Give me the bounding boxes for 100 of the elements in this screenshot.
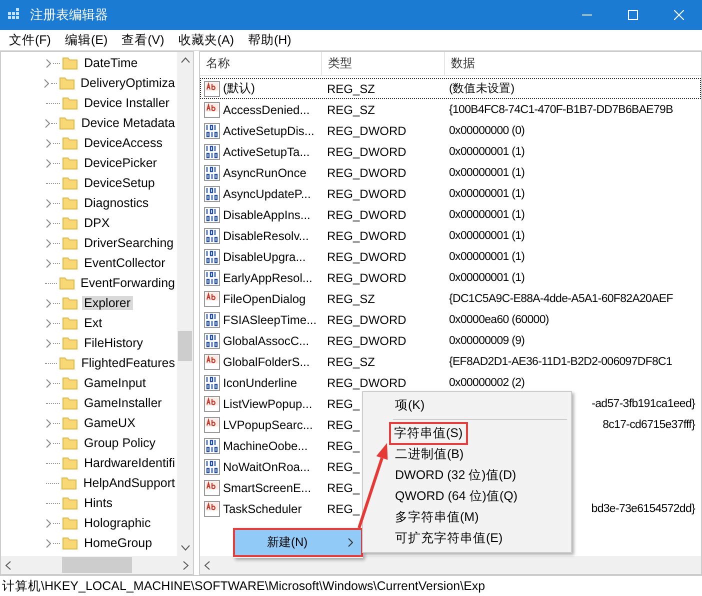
tree-item[interactable]: Group Policy <box>82 436 158 450</box>
value-type: REG_ <box>327 460 360 474</box>
chevron-icon[interactable] <box>46 298 50 308</box>
window-title: 注册表编辑器 <box>30 6 109 24</box>
chevron-icon[interactable] <box>44 78 50 88</box>
chevron-icon[interactable] <box>44 118 50 128</box>
menu-item[interactable]: 收藏夹(A) <box>171 32 241 48</box>
folder-icon <box>62 135 78 151</box>
scroll-down-icon[interactable] <box>180 545 190 551</box>
tree-item[interactable]: HardwareIdentifi <box>82 456 177 470</box>
maximize-icon <box>628 10 638 20</box>
tree-item[interactable]: GameUX <box>82 416 138 430</box>
tree-item[interactable]: Hints <box>82 496 114 510</box>
value-type: REG_ <box>327 396 360 410</box>
menu-item[interactable]: 多字符串值(M) <box>395 509 479 526</box>
scroll-right-icon[interactable] <box>183 560 189 570</box>
value-name[interactable]: IconUnderline <box>223 376 298 390</box>
tree-item[interactable]: FileHistory <box>82 336 146 350</box>
chevron-icon[interactable] <box>46 438 50 448</box>
chevron-icon[interactable] <box>46 58 50 68</box>
chevron-icon[interactable] <box>46 218 50 228</box>
value-data: 0x00000001 (1) <box>449 166 525 178</box>
tree-item[interactable]: Device Metadata <box>79 116 177 130</box>
value-name[interactable]: AccessDenied... <box>223 102 310 116</box>
value-name[interactable]: (默认) <box>223 80 255 97</box>
menu-item[interactable]: DWORD (32 位)值(D) <box>395 467 516 484</box>
tree-item[interactable]: DateTime <box>82 56 140 70</box>
tree-item[interactable]: DevicePicker <box>82 156 159 170</box>
binary-value-icon <box>204 270 220 286</box>
value-name[interactable]: DisableResolv... <box>223 228 309 242</box>
folder-icon <box>58 275 74 291</box>
menu-item[interactable]: 新建(N) <box>235 530 361 555</box>
column-header[interactable]: 名称 <box>200 52 322 75</box>
menu-item[interactable]: 帮助(H) <box>240 32 298 48</box>
chevron-icon[interactable] <box>46 198 50 208</box>
value-name[interactable]: DisableAppIns... <box>223 208 310 222</box>
value-name[interactable]: LVPopupSearc... <box>223 418 313 432</box>
tree-item[interactable]: DPX <box>82 216 112 230</box>
value-name[interactable]: GlobalFolderS... <box>223 354 310 368</box>
value-name[interactable]: FileOpenDialog <box>223 292 306 306</box>
value-name[interactable]: MachineOobe... <box>223 438 308 452</box>
tree-item[interactable]: EventForwarding <box>78 276 177 290</box>
tree-item[interactable]: GameInstaller <box>82 396 164 410</box>
value-name[interactable]: AsyncRunOnce <box>223 166 306 180</box>
value-name[interactable]: EarlyAppResol... <box>223 270 312 284</box>
tree-item[interactable]: Explorer <box>82 296 133 310</box>
menu-item[interactable]: 可扩充字符串值(E) <box>395 530 503 547</box>
chevron-icon[interactable] <box>46 238 50 248</box>
value-data: 0x00000001 (1) <box>449 230 525 242</box>
tree-item[interactable]: FlightedFeatures <box>79 356 177 370</box>
tree-item[interactable]: DeviceSetup <box>82 176 157 190</box>
chevron-icon[interactable] <box>46 318 50 328</box>
column-header[interactable]: 类型 <box>322 52 445 75</box>
value-type: REG_SZ <box>327 292 376 306</box>
tree-item[interactable]: DriverSearching <box>82 236 176 250</box>
menu-item[interactable]: 编辑(E) <box>58 32 115 48</box>
value-name[interactable]: TaskScheduler <box>223 502 302 516</box>
tree-item[interactable]: Diagnostics <box>82 196 151 210</box>
tree-item[interactable]: GameInput <box>82 376 148 390</box>
folder-icon <box>62 195 78 211</box>
tree-item[interactable]: Ext <box>82 316 104 330</box>
scroll-left-icon[interactable] <box>5 560 11 570</box>
menu-item[interactable]: 文件(F) <box>2 32 58 48</box>
scrollbar-thumb[interactable] <box>178 331 192 361</box>
tree-item[interactable]: DeliveryOptimiza <box>78 76 177 90</box>
value-name[interactable]: ListViewPopup... <box>223 396 312 410</box>
menu-item[interactable]: 查看(V) <box>114 32 172 48</box>
value-name[interactable]: ActiveSetupTa... <box>223 144 310 158</box>
chevron-icon[interactable] <box>46 418 50 428</box>
menu-item[interactable]: 字符串值(S) <box>391 424 466 443</box>
chevron-icon[interactable] <box>46 538 50 548</box>
value-name[interactable]: GlobalAssocC... <box>223 334 310 348</box>
chevron-icon[interactable] <box>46 138 50 148</box>
value-name[interactable]: NoWaitOnRoa... <box>223 460 310 474</box>
menu-item[interactable]: QWORD (64 位)值(Q) <box>395 488 518 505</box>
menu-item[interactable]: 二进制值(B) <box>395 446 464 463</box>
menu-item[interactable]: 项(K) <box>395 397 425 414</box>
tree-item[interactable]: HelpAndSupport <box>81 476 177 490</box>
value-name[interactable]: SmartScreenE... <box>223 480 312 494</box>
tree-item[interactable]: EventCollector <box>82 256 168 270</box>
value-name[interactable]: FSIASleepTime... <box>223 312 317 326</box>
chevron-icon[interactable] <box>46 258 50 268</box>
folder-icon <box>62 495 78 511</box>
tree-item[interactable]: Holographic <box>82 516 153 530</box>
chevron-icon[interactable] <box>46 158 50 168</box>
chevron-icon[interactable] <box>46 518 50 528</box>
value-name[interactable]: ActiveSetupDis... <box>223 124 314 138</box>
scroll-left-icon[interactable] <box>204 560 210 570</box>
chevron-icon[interactable] <box>46 338 50 348</box>
folder-icon <box>62 175 78 191</box>
column-header[interactable]: 数据 <box>445 52 701 75</box>
chevron-icon[interactable] <box>46 378 50 388</box>
scrollbar-thumb[interactable] <box>62 557 132 573</box>
value-name[interactable]: AsyncUpdateP... <box>223 186 311 200</box>
tree-item[interactable]: DeviceAccess <box>82 136 164 150</box>
scroll-up-icon[interactable] <box>180 57 190 63</box>
tree-item[interactable]: HomeGroup <box>82 536 154 550</box>
value-name[interactable]: DisableUpgra... <box>223 250 306 264</box>
tree-item[interactable]: Device Installer <box>82 96 172 110</box>
value-type: REG_DWORD <box>327 208 406 222</box>
